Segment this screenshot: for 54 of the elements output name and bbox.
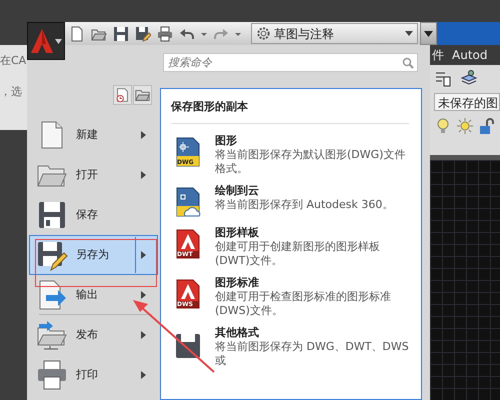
customize-toolbar-button[interactable] (420, 22, 437, 45)
option-title[interactable]: 绘制到云 (215, 184, 411, 198)
submenu-arrow-icon (141, 251, 146, 259)
option-description: 将当前图形保存为 DWG、DWT、DWS 或 (215, 340, 410, 368)
folder-arrow-icon (36, 319, 68, 351)
title-bar (437, 22, 500, 45)
option-title[interactable]: 其他格式 (215, 326, 411, 340)
option-title[interactable]: 图形 (215, 134, 411, 148)
background-text: 在CA (0, 53, 27, 69)
new-file-icon[interactable] (69, 26, 85, 42)
printer-icon (36, 359, 68, 391)
search-icon (402, 57, 414, 69)
option-title[interactable]: 图形标准 (215, 276, 411, 290)
menu-item[interactable]: 另存为 (29, 235, 158, 275)
layers-icon[interactable] (460, 69, 478, 87)
save-icon[interactable] (113, 26, 129, 42)
submenu-arrow-icon (140, 371, 146, 379)
cloud-document-icon (175, 186, 201, 218)
ribbon-tab[interactable]: 件 (432, 46, 444, 64)
menu-item[interactable]: 新建 (29, 115, 158, 155)
option-description: 将当前图形保存到 Autodesk 360。 (215, 198, 394, 212)
workspace-dropdown[interactable]: 草图与注释 (251, 23, 418, 44)
submenu-arrow-icon (140, 171, 146, 179)
option-description: 创建可用于创建新图形的图形样板(DWT)文件。 (215, 240, 381, 268)
floppy-pencil-icon (36, 239, 68, 271)
document-icon (175, 136, 201, 168)
caret-icon (424, 30, 433, 36)
print-icon[interactable] (157, 26, 173, 42)
recent-documents-icon[interactable] (113, 85, 132, 105)
save-as-icon[interactable] (135, 26, 151, 42)
caret-icon (405, 31, 413, 36)
submenu-arrow-icon (140, 131, 146, 139)
gear-icon (256, 26, 271, 41)
search-field[interactable]: 搜索命令 (163, 53, 418, 72)
document-icon (175, 228, 201, 260)
submenu-arrow-icon (140, 291, 146, 299)
submenu-arrow-icon (140, 331, 146, 339)
menu-item[interactable]: 发布 (29, 315, 158, 355)
submenu-heading: 保存图形的副本 (171, 99, 409, 124)
layer-field[interactable]: 未保存的图 (434, 93, 500, 111)
ribbon-tab[interactable]: Autod (452, 46, 488, 64)
menu-item[interactable]: 保存 (29, 195, 158, 235)
menu-item[interactable]: 打开 (29, 155, 158, 195)
open-folder-icon[interactable] (133, 85, 152, 105)
option-description: 创建可用于检查图形标准的图形标准(DWS)文件。 (215, 290, 392, 318)
menu-item[interactable]: 打印 (29, 355, 158, 395)
application-menu-button[interactable] (27, 22, 65, 60)
logo-icon (30, 28, 54, 54)
option-description: 将当前图形保存为默认图形(DWG)文件格式。 (215, 148, 406, 176)
background-text: ，选 (0, 84, 23, 100)
document-icon (175, 278, 201, 310)
option-title[interactable]: 图形样板 (215, 226, 411, 240)
sun-icon[interactable] (456, 117, 474, 135)
unlocked-padlock-icon[interactable] (478, 117, 496, 135)
